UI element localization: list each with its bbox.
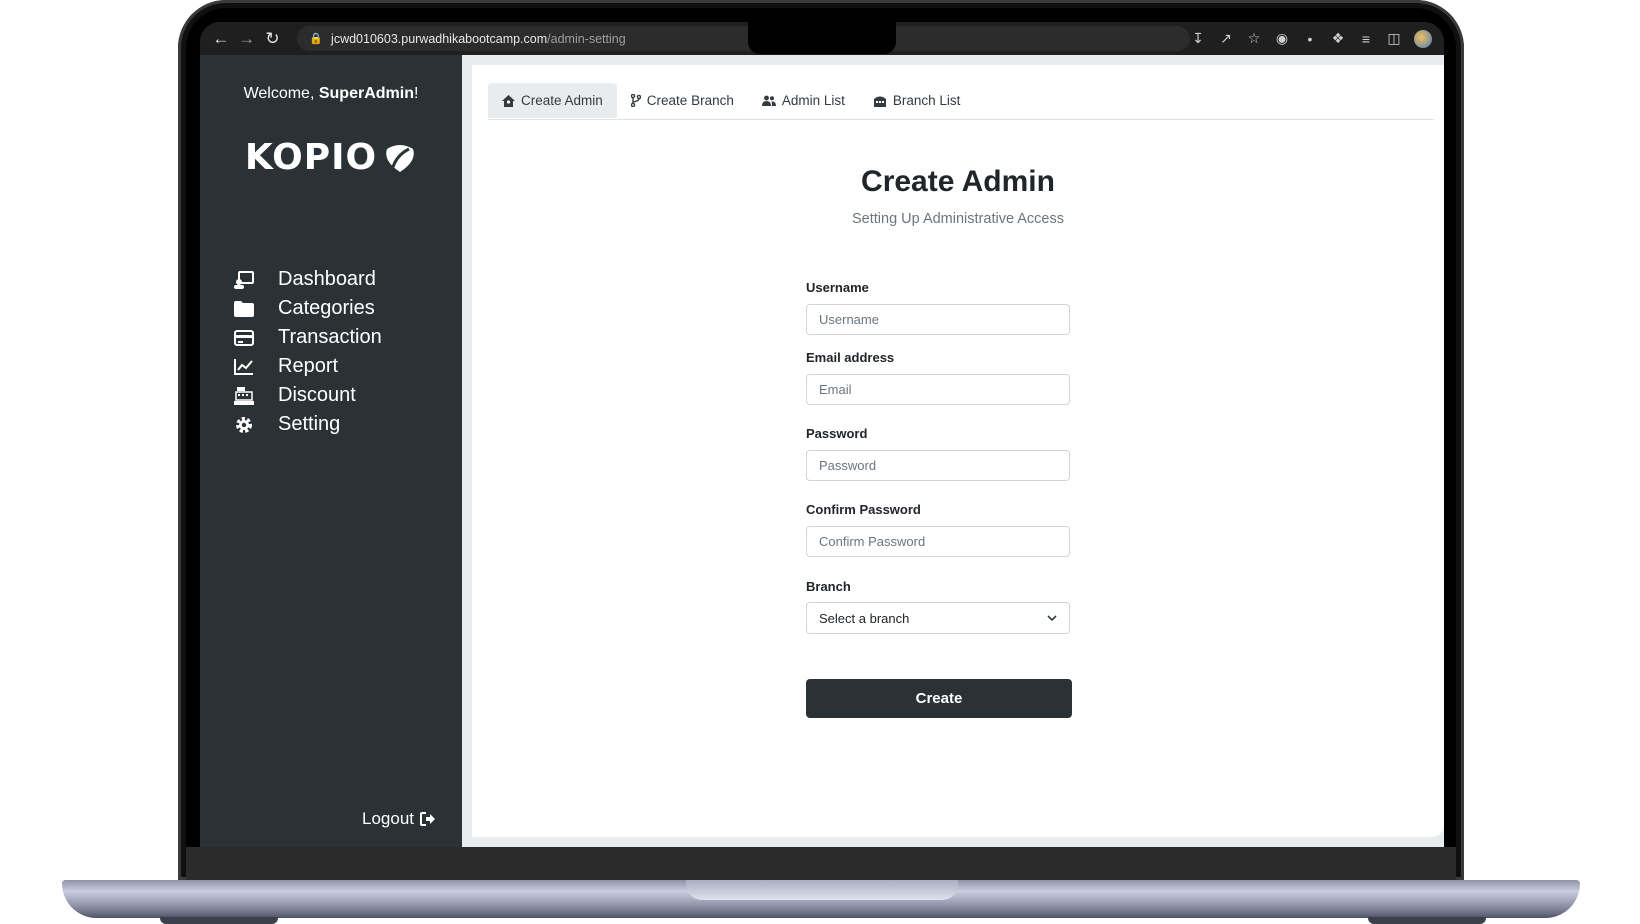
sidebar-nav: Dashboard Categories Transaction Report … <box>232 265 382 439</box>
sidebar-item-label: Discount <box>278 384 356 406</box>
tab-create-branch[interactable]: Create Branch <box>617 83 748 118</box>
sidebar-item-setting[interactable]: Setting <box>232 410 382 439</box>
confirm-password-label: Confirm Password <box>806 502 921 517</box>
share-icon[interactable]: ↗ <box>1218 30 1234 47</box>
extension-avatar-icon[interactable]: ◉ <box>1274 30 1290 47</box>
dashboard-icon <box>232 270 256 289</box>
sidebar-item-label: Dashboard <box>278 268 376 290</box>
users-icon <box>761 95 776 106</box>
page-subtitle: Setting Up Administrative Access <box>852 211 1064 227</box>
create-button[interactable]: Create <box>806 679 1072 718</box>
settings-tabs: Create Admin Create Branch Admin List Br… <box>488 83 1434 120</box>
email-input[interactable] <box>806 374 1070 405</box>
tab-branch-list[interactable]: Branch List <box>859 83 975 118</box>
sidebar: Welcome, SuperAdmin! KOPIO Dashboard Cat… <box>200 55 462 847</box>
url-host: jcwd010603.purwadhikabootcamp.com <box>331 31 548 46</box>
welcome-message: Welcome, SuperAdmin! <box>200 85 462 103</box>
password-input[interactable] <box>806 450 1070 481</box>
install-app-icon[interactable]: ↧ <box>1190 30 1206 47</box>
forward-arrow-icon[interactable]: → <box>234 29 260 49</box>
reading-list-icon[interactable]: ≡ <box>1358 31 1374 47</box>
tab-create-admin[interactable]: Create Admin <box>488 83 617 118</box>
sidebar-item-discount[interactable]: Discount <box>232 381 382 410</box>
welcome-suffix: ! <box>413 85 419 102</box>
welcome-prefix: Welcome, <box>243 85 319 102</box>
sidebar-item-report[interactable]: Report <box>232 352 382 381</box>
user-home-icon <box>502 94 515 107</box>
browser-extension-icons: ↧ ↗ ☆ ◉ • ❖ ≡ ◫ <box>1190 29 1444 48</box>
building-icon <box>873 96 886 107</box>
puzzle-icon[interactable]: ❖ <box>1330 30 1346 47</box>
sign-out-icon <box>420 812 435 826</box>
tab-label: Admin List <box>781 93 845 108</box>
tab-label: Create Admin <box>521 93 603 108</box>
lock-icon: 🔒 <box>309 33 324 45</box>
app: Welcome, SuperAdmin! KOPIO Dashboard Cat… <box>200 55 1444 847</box>
back-arrow-icon[interactable]: ← <box>208 29 234 49</box>
branch-select-value: Select a branch <box>819 610 910 626</box>
laptop-bottom-bezel <box>186 847 1456 880</box>
camera-notch <box>748 22 896 54</box>
coffee-bean-icon <box>386 144 414 172</box>
logout-label: Logout <box>362 809 414 828</box>
reload-icon[interactable]: ↻ <box>260 29 286 49</box>
tab-label: Branch List <box>892 93 961 108</box>
sidebar-item-label: Report <box>278 355 339 377</box>
tab-admin-list[interactable]: Admin List <box>748 83 859 118</box>
laptop-foot-left <box>160 917 278 924</box>
page-title: Create Admin <box>861 165 1055 198</box>
chevron-down-icon <box>1047 615 1057 621</box>
content-wrapper: Create Admin Create Branch Admin List Br… <box>462 55 1444 847</box>
credit-card-icon <box>232 329 256 346</box>
profile-avatar[interactable] <box>1414 29 1432 48</box>
username-label: Username <box>806 280 869 295</box>
email-label: Email address <box>806 350 895 365</box>
logout-button[interactable]: Logout <box>362 809 436 829</box>
branch-select[interactable]: Select a branch <box>806 602 1070 634</box>
password-label: Password <box>806 426 868 441</box>
code-branch-icon <box>630 94 641 107</box>
chart-line-icon <box>232 358 256 375</box>
sidebar-item-label: Transaction <box>278 326 382 348</box>
main-content: Create Admin Create Branch Admin List Br… <box>472 65 1444 837</box>
sidebar-item-categories[interactable]: Categories <box>232 294 382 323</box>
kopio-logo: KOPIO <box>200 137 462 178</box>
bookmark-star-icon[interactable]: ☆ <box>1246 30 1262 47</box>
extension-drop-icon[interactable]: • <box>1302 31 1318 47</box>
logo-text: KOPIO <box>244 137 378 178</box>
tab-label: Create Branch <box>646 93 734 108</box>
sidebar-item-label: Categories <box>278 297 375 319</box>
laptop-foot-right <box>1368 917 1486 924</box>
welcome-username: SuperAdmin <box>318 85 414 102</box>
sidebar-item-label: Setting <box>278 413 341 435</box>
cash-register-icon <box>232 386 256 405</box>
gear-icon <box>232 415 256 435</box>
sidebar-item-transaction[interactable]: Transaction <box>232 323 382 352</box>
screen: ← → ↻ 🔒 jcwd010603.purwadhikabootcamp.co… <box>200 22 1444 847</box>
side-panel-icon[interactable]: ◫ <box>1386 30 1402 47</box>
username-input[interactable] <box>806 304 1070 335</box>
branch-label: Branch <box>806 579 851 594</box>
folder-icon <box>232 300 256 317</box>
address-bar[interactable]: 🔒 jcwd010603.purwadhikabootcamp.com/admi… <box>297 26 1190 51</box>
confirm-password-input[interactable] <box>806 526 1070 557</box>
sidebar-item-dashboard[interactable]: Dashboard <box>232 265 382 294</box>
url-path: /admin-setting <box>547 31 626 46</box>
laptop-base-notch <box>686 880 958 900</box>
